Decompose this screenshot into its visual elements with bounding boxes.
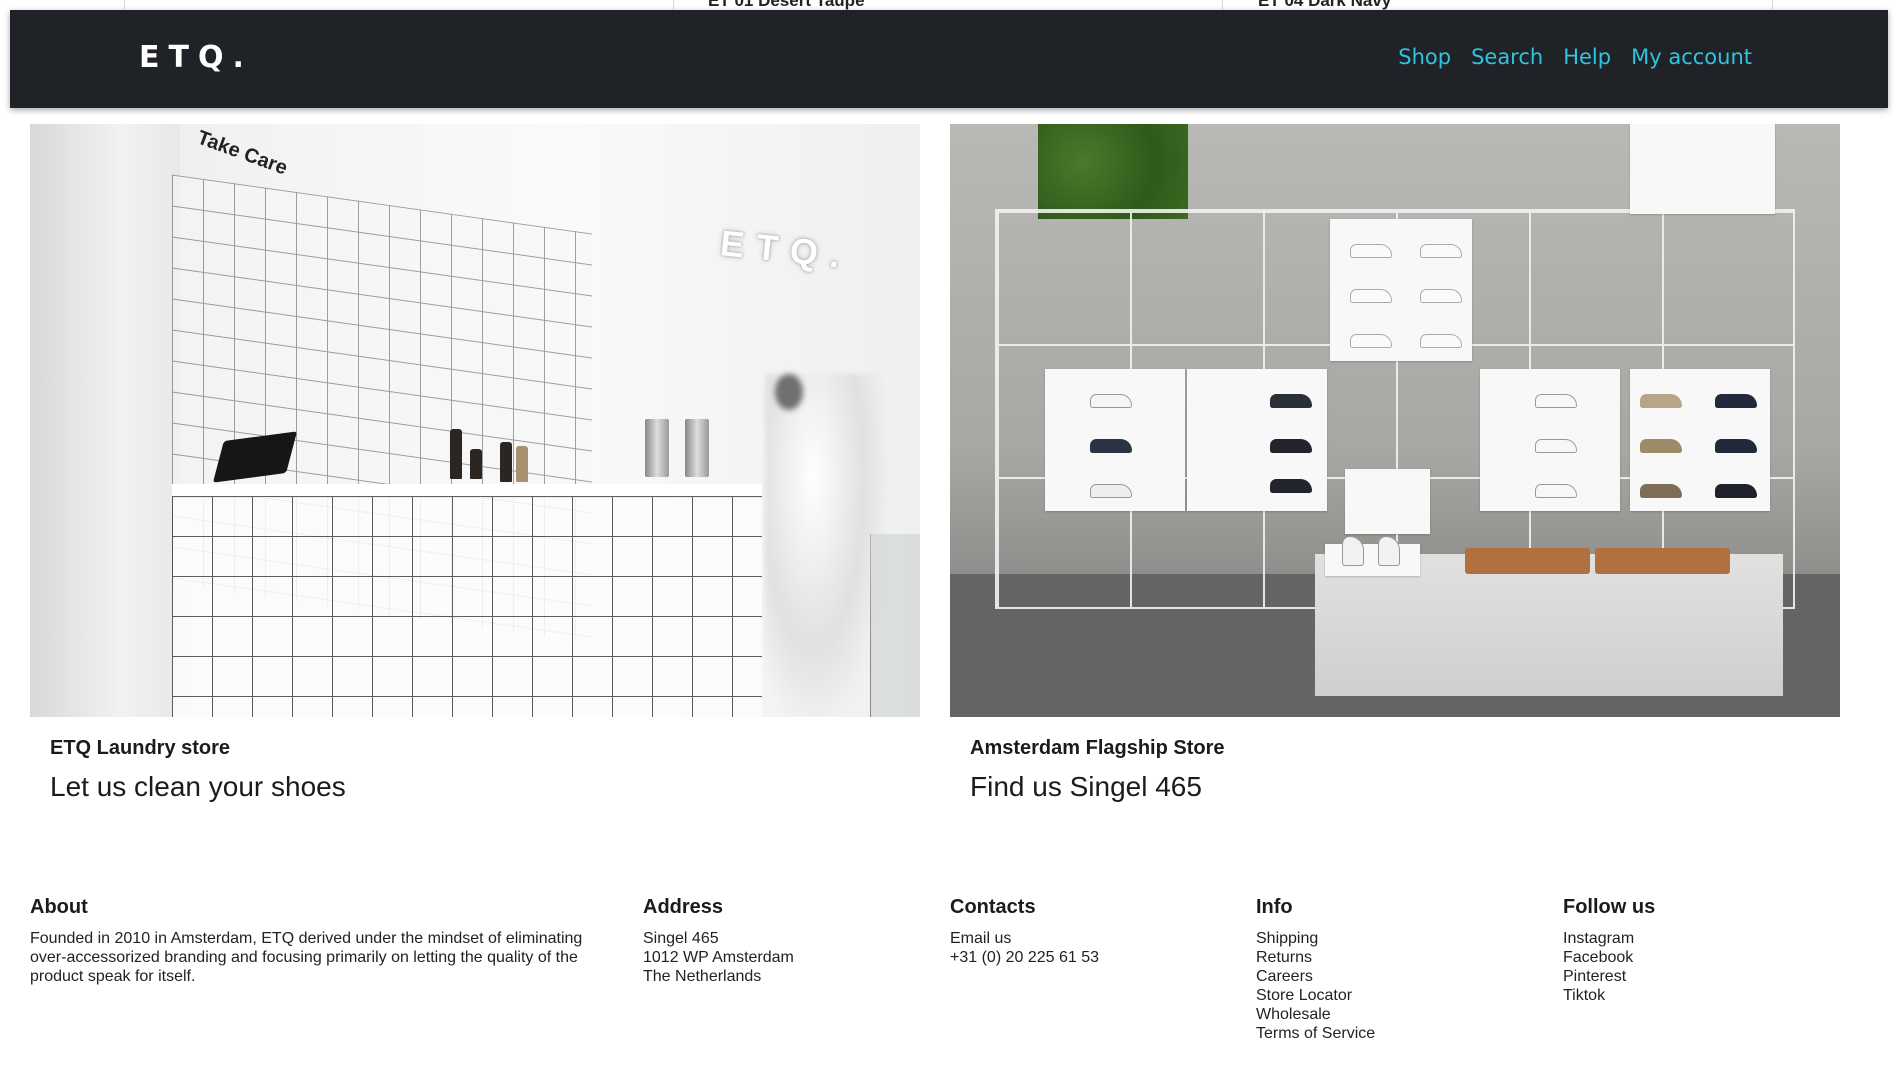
care-bottle xyxy=(450,429,462,479)
sneaker xyxy=(1420,244,1462,258)
facebook-link[interactable]: Facebook xyxy=(1563,948,1655,967)
laundry-store-image[interactable]: Take Care ETQ. xyxy=(30,124,920,717)
pinterest-link[interactable]: Pinterest xyxy=(1563,967,1655,986)
footer-info: Info Shipping Returns Careers Store Loca… xyxy=(1256,896,1375,1043)
plant-wall xyxy=(1038,124,1188,219)
sneaker xyxy=(1640,439,1682,453)
sneaker xyxy=(1090,394,1132,408)
sneaker xyxy=(1350,334,1392,348)
sneaker xyxy=(1420,334,1462,348)
neon-logo: ETQ. xyxy=(718,222,854,277)
sneaker xyxy=(1535,394,1577,408)
instagram-link[interactable]: Instagram xyxy=(1563,929,1655,948)
take-care-sign: Take Care xyxy=(194,126,291,180)
store-card-laundry[interactable]: Take Care ETQ. ETQ Laundry store Let us … xyxy=(30,124,920,803)
metal-canister xyxy=(685,419,709,477)
footer-contacts: Contacts Email us +31 (0) 20 225 61 53 xyxy=(950,896,1099,967)
sneaker xyxy=(1640,394,1682,408)
store-locator-link[interactable]: Store Locator xyxy=(1256,986,1375,1005)
care-bottle xyxy=(470,449,482,479)
sneaker xyxy=(1378,536,1400,566)
tiled-counter xyxy=(172,496,762,717)
blurred-person-head xyxy=(775,374,803,410)
sneaker xyxy=(1270,479,1312,493)
metal-canister xyxy=(645,419,669,477)
sneaker xyxy=(1090,439,1132,453)
sneaker xyxy=(1350,244,1392,258)
returns-link[interactable]: Returns xyxy=(1256,948,1375,967)
careers-link[interactable]: Careers xyxy=(1256,967,1375,986)
footer-heading: Info xyxy=(1256,896,1293,918)
lookbook-book xyxy=(1345,469,1430,534)
nav-my-account-link[interactable]: My account xyxy=(1631,45,1752,69)
store-card-headline[interactable]: Let us clean your shoes xyxy=(50,771,920,803)
care-bottle xyxy=(500,442,512,482)
footer-heading: About xyxy=(30,896,88,918)
sneaker xyxy=(1715,394,1757,408)
wholesale-link[interactable]: Wholesale xyxy=(1256,1005,1375,1024)
sneaker xyxy=(1270,439,1312,453)
nav-search-link[interactable]: Search xyxy=(1471,45,1543,69)
sneaker xyxy=(1715,484,1757,498)
sneaker xyxy=(1270,394,1312,408)
leather-cushion xyxy=(1465,548,1590,574)
footer-heading: Follow us xyxy=(1563,896,1656,918)
flagship-store-image[interactable] xyxy=(950,124,1840,717)
store-card-kicker: ETQ Laundry store xyxy=(50,737,231,759)
main-nav: Shop Search Help My account xyxy=(1398,45,1752,69)
leather-cushion xyxy=(1595,548,1730,574)
email-link[interactable]: Email us xyxy=(950,929,1099,948)
address-line: The Netherlands xyxy=(643,968,762,985)
nav-help-link[interactable]: Help xyxy=(1563,45,1611,69)
store-card-flagship[interactable]: Amsterdam Flagship Store Find us Singel … xyxy=(950,124,1840,803)
info-placard xyxy=(1630,124,1775,214)
footer-heading: Contacts xyxy=(950,896,1036,918)
footer-about: About Founded in 2010 in Amsterdam, ETQ … xyxy=(30,896,610,986)
phone-link[interactable]: +31 (0) 20 225 61 53 xyxy=(950,948,1099,967)
tiktok-link[interactable]: Tiktok xyxy=(1563,986,1655,1005)
shoe-tray xyxy=(1325,544,1420,576)
care-box xyxy=(516,446,528,482)
sneaker xyxy=(1640,484,1682,498)
top-navbar: ETQ. Shop Search Help My account xyxy=(10,10,1888,108)
footer-heading: Address xyxy=(643,896,724,918)
store-card-kicker: Amsterdam Flagship Store xyxy=(970,737,1225,759)
pillar xyxy=(30,124,180,717)
terms-of-service-link[interactable]: Terms of Service xyxy=(1256,1024,1375,1043)
about-text: Founded in 2010 in Amsterdam, ETQ derive… xyxy=(30,930,583,985)
blurred-person xyxy=(765,374,885,717)
sneaker xyxy=(1535,484,1577,498)
sneaker xyxy=(1090,484,1132,498)
store-card-headline[interactable]: Find us Singel 465 xyxy=(970,771,1840,803)
sneaker xyxy=(1535,439,1577,453)
shipping-link[interactable]: Shipping xyxy=(1256,929,1375,948)
nav-shop-link[interactable]: Shop xyxy=(1398,45,1451,69)
footer-follow-us: Follow us Instagram Facebook Pinterest T… xyxy=(1563,896,1655,1005)
etq-logo[interactable]: ETQ. xyxy=(139,40,253,75)
sneaker xyxy=(1715,439,1757,453)
footer-address: Address Singel 465 1012 WP Amsterdam The… xyxy=(643,896,794,986)
address-line: 1012 WP Amsterdam xyxy=(643,949,794,966)
address-line: Singel 465 xyxy=(643,930,719,947)
sneaker xyxy=(1350,289,1392,303)
sneaker xyxy=(1420,289,1462,303)
sneaker xyxy=(1342,536,1364,566)
